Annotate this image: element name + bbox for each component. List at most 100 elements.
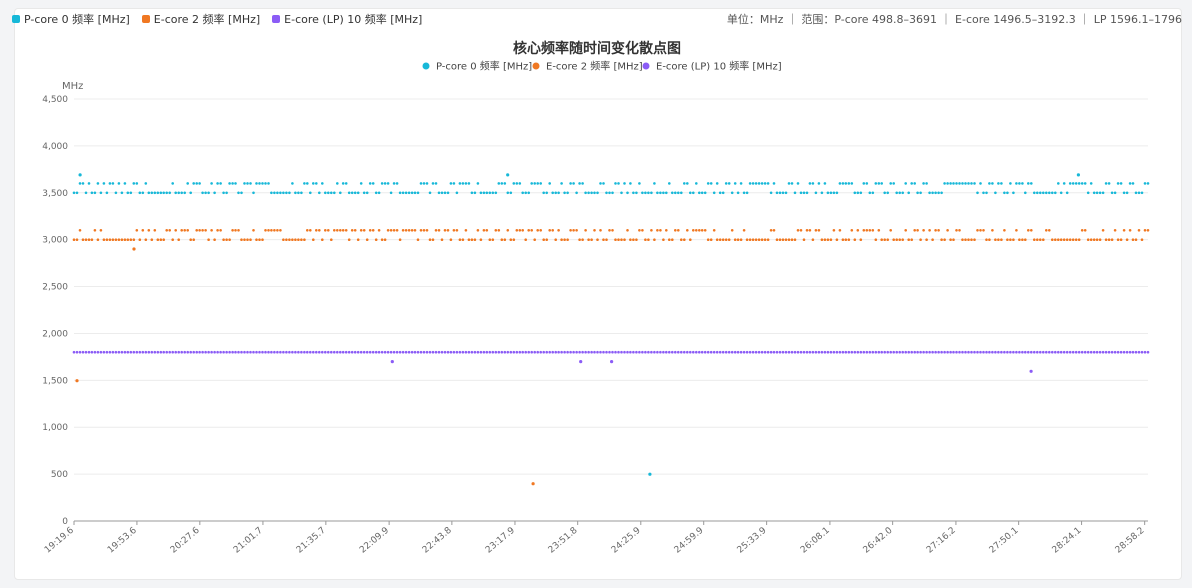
scatter-point [219, 229, 222, 232]
scatter-point [482, 350, 486, 354]
scatter-point [78, 350, 82, 354]
scatter-point [715, 350, 719, 354]
scatter-point [267, 229, 270, 232]
scatter-point [1024, 191, 1027, 195]
scatter-point [994, 238, 997, 241]
scatter-point [635, 238, 638, 241]
scatter-point [925, 238, 928, 241]
scatter-point [1101, 229, 1105, 232]
scatter-point [380, 350, 384, 354]
scatter-point [216, 350, 219, 354]
scatter-point [1137, 191, 1141, 195]
scatter-point [165, 229, 168, 232]
scatter-point [865, 182, 869, 185]
scatter-point [892, 182, 895, 185]
scatter-point [207, 191, 210, 195]
scatter-point [763, 238, 767, 241]
scatter-point [922, 350, 925, 354]
scatter-point [195, 350, 198, 354]
scatter-point [333, 350, 336, 354]
scatter-point [374, 350, 378, 354]
scatter-point [569, 350, 572, 354]
scatter-point [823, 350, 827, 354]
scatter-point [291, 238, 294, 241]
scatter-point [398, 350, 402, 354]
scatter-point [249, 238, 252, 241]
scatter-point [267, 350, 270, 354]
scatter-point [1107, 182, 1111, 185]
scatter-point [395, 350, 399, 354]
scatter-point [234, 350, 237, 354]
scatter-point [246, 238, 249, 241]
scatter-point [551, 350, 554, 354]
scatter-point [386, 182, 390, 185]
scatter-point [1051, 350, 1054, 354]
scatter-point [344, 182, 348, 185]
scatter-point [925, 350, 928, 354]
scatter-point [410, 350, 414, 354]
scatter-point [126, 191, 130, 195]
scatter-point [554, 238, 557, 241]
scatter-point [452, 229, 456, 232]
scatter-point [452, 350, 456, 354]
scatter-point [536, 229, 539, 232]
scatter-point [970, 350, 973, 354]
scatter-point [380, 182, 384, 185]
scatter-point [1027, 229, 1030, 232]
scatter-point [718, 191, 722, 195]
scatter-point [590, 350, 593, 354]
scatter-point [282, 350, 285, 354]
scatter-point [946, 229, 949, 232]
scatter-point [808, 229, 812, 232]
scatter-point [829, 238, 833, 241]
scatter-point [862, 350, 866, 354]
scatter-point [123, 182, 127, 185]
scatter-point [712, 350, 716, 354]
x-tick-label: 21:01.7 [232, 526, 265, 556]
scatter-point [339, 191, 342, 195]
scatter-point [706, 238, 710, 241]
scatter-point [686, 350, 689, 354]
scatter-point [575, 191, 578, 195]
scatter-point [1137, 350, 1141, 354]
scatter-point [240, 238, 243, 241]
scatter-point [252, 191, 255, 195]
scatter-point [192, 238, 195, 241]
scatter-point [294, 238, 297, 241]
scatter-point [1074, 238, 1078, 241]
scatter-point [961, 182, 964, 185]
scatter-point [282, 191, 285, 195]
scatter-point [470, 238, 474, 241]
x-tick-label: 23:17.9 [484, 525, 517, 555]
scatter-point [90, 238, 94, 241]
scatter-point [623, 350, 626, 354]
scatter-point [389, 350, 393, 354]
scatter-point [404, 191, 408, 195]
scatter-point-outlier [78, 173, 82, 177]
scatter-point [629, 182, 632, 185]
scatter-point [802, 350, 806, 354]
scatter-point [186, 182, 189, 185]
scatter-point [617, 350, 620, 354]
scatter-point [551, 229, 554, 232]
scatter-point [817, 350, 821, 354]
scatter-point [479, 350, 483, 354]
scatter-point [1054, 238, 1057, 241]
scatter-point [536, 182, 539, 185]
scatter-point [557, 229, 560, 232]
scatter-point [425, 182, 429, 185]
scatter-point [787, 350, 791, 354]
scatter-point [698, 191, 701, 195]
scatter-point [629, 238, 632, 241]
scatter-point [910, 350, 913, 354]
scatter-point [1036, 191, 1039, 195]
scatter-point [796, 229, 800, 232]
scatter-point [99, 191, 103, 195]
scatter-point [336, 182, 339, 185]
scatter-point [321, 182, 324, 185]
scatter-point [584, 350, 587, 354]
scatter-point [778, 238, 782, 241]
scatter-point [506, 191, 510, 195]
scatter-point [1051, 191, 1054, 195]
scatter-point [144, 238, 148, 241]
